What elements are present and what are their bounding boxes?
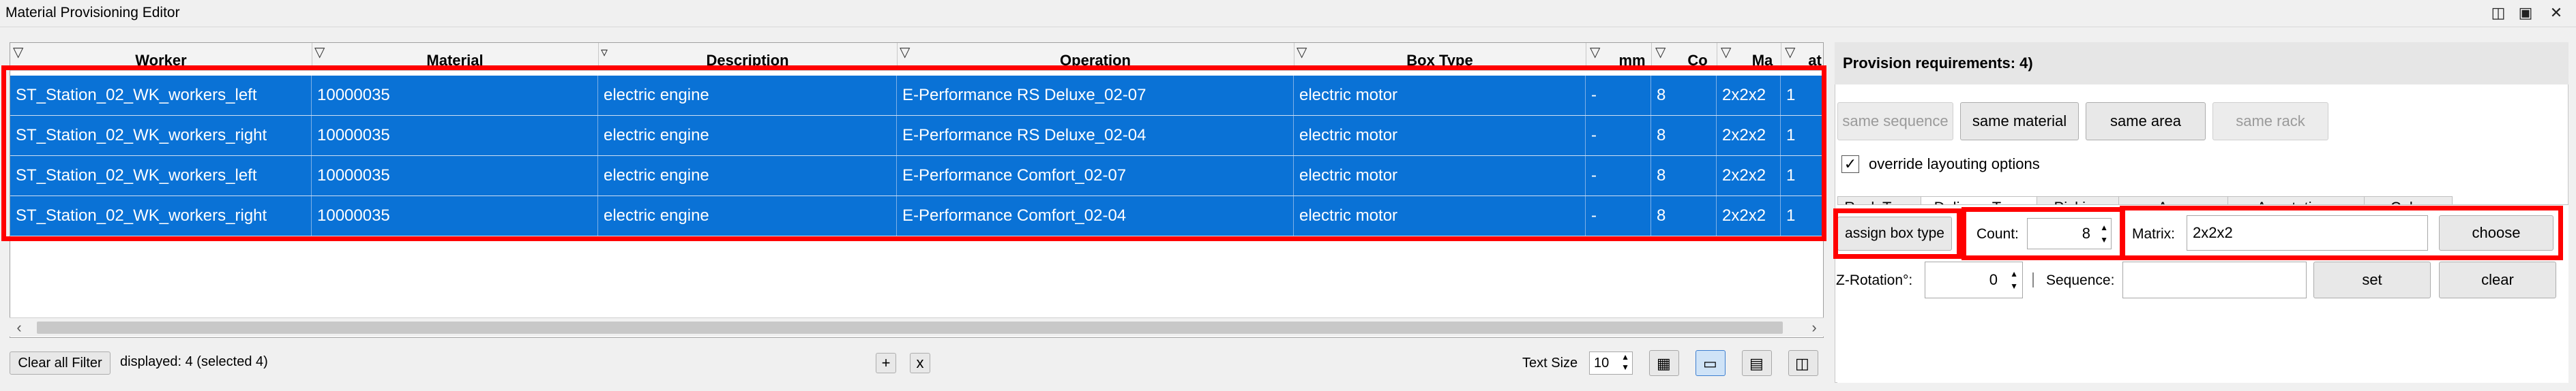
layers-icon: ▭ [1703, 355, 1717, 372]
panel-title: Provision requirements: 4) [1835, 42, 2568, 84]
highlight-selected-rows [1, 65, 1826, 241]
filter-icon[interactable]: ▽ [1297, 46, 1307, 59]
filter-icon[interactable]: ▽ [1785, 46, 1795, 59]
truck-view-button[interactable]: ◫ [1788, 350, 1818, 376]
filter-icon[interactable]: ▽ [1721, 46, 1731, 59]
sequence-label: Sequence: [2046, 272, 2115, 288]
remove-button[interactable]: x [910, 353, 930, 373]
horizontal-scrollbar[interactable]: ‹ › [10, 317, 1824, 337]
displayed-count: displayed: 4 (selected 4) [120, 354, 268, 369]
same-sequence-button[interactable]: same sequence [1837, 102, 1953, 140]
add-button[interactable]: + [876, 353, 896, 373]
window-title: Material Provisioning Editor [5, 5, 180, 20]
highlight-matrix [2120, 206, 2563, 260]
highlight-count [1961, 207, 2125, 260]
filter-icon[interactable]: ▽ [314, 46, 325, 59]
truck-icon: ◫ [1795, 355, 1809, 372]
text-size-spinbox[interactable]: 10 ▲ ▼ [1589, 351, 1633, 375]
text-size-label: Text Size [1522, 356, 1578, 371]
same-rack-button[interactable]: same rack [2212, 102, 2328, 140]
separator [2032, 272, 2034, 287]
z-rotation-label: Z-Rotation°: [1836, 272, 1913, 288]
layers-view-button[interactable]: ▭ [1696, 350, 1726, 376]
close-icon[interactable]: ✕ [2547, 4, 2565, 22]
filter-icon[interactable]: ▽ [13, 46, 23, 59]
filter-icon[interactable]: ▽ [1590, 46, 1600, 59]
highlight-assign-box-type [1833, 208, 1961, 259]
z-rotation-spinbox[interactable]: 0 ▲ ▼ [1925, 262, 2023, 298]
restore-icon[interactable]: ◫ [2489, 4, 2507, 22]
override-checkbox[interactable]: ✓ [1841, 155, 1859, 173]
list-icon: ▤ [1749, 355, 1764, 372]
spin-arrows-icon[interactable]: ▲ ▼ [1621, 352, 1629, 373]
filter-icon[interactable]: ▽ [900, 46, 910, 59]
scroll-left-icon[interactable]: ‹ [10, 318, 29, 337]
scroll-right-icon[interactable]: › [1805, 318, 1824, 337]
grid-view-button[interactable]: ▦ [1649, 350, 1679, 376]
float-icon[interactable]: ▣ [2517, 4, 2534, 22]
same-material-button[interactable]: same material [1960, 102, 2079, 140]
spin-arrows-icon[interactable]: ▲ ▼ [2010, 268, 2018, 292]
scrollbar-thumb[interactable] [37, 322, 1783, 334]
filter-active-icon[interactable]: ▿ [601, 46, 608, 59]
set-button[interactable]: set [2313, 262, 2431, 298]
same-area-button[interactable]: same area [2086, 102, 2206, 140]
title-bar: Material Provisioning Editor ◫ ▣ ✕ [0, 0, 2576, 27]
clear-all-filter-button[interactable]: Clear all Filter [10, 351, 110, 375]
clear-button[interactable]: clear [2439, 262, 2556, 298]
grid-icon: ▦ [1657, 355, 1671, 372]
sequence-input[interactable] [2122, 262, 2307, 298]
list-view-button[interactable]: ▤ [1742, 350, 1772, 376]
filter-icon[interactable]: ▽ [1655, 46, 1665, 59]
override-label: override layouting options [1869, 155, 2040, 172]
